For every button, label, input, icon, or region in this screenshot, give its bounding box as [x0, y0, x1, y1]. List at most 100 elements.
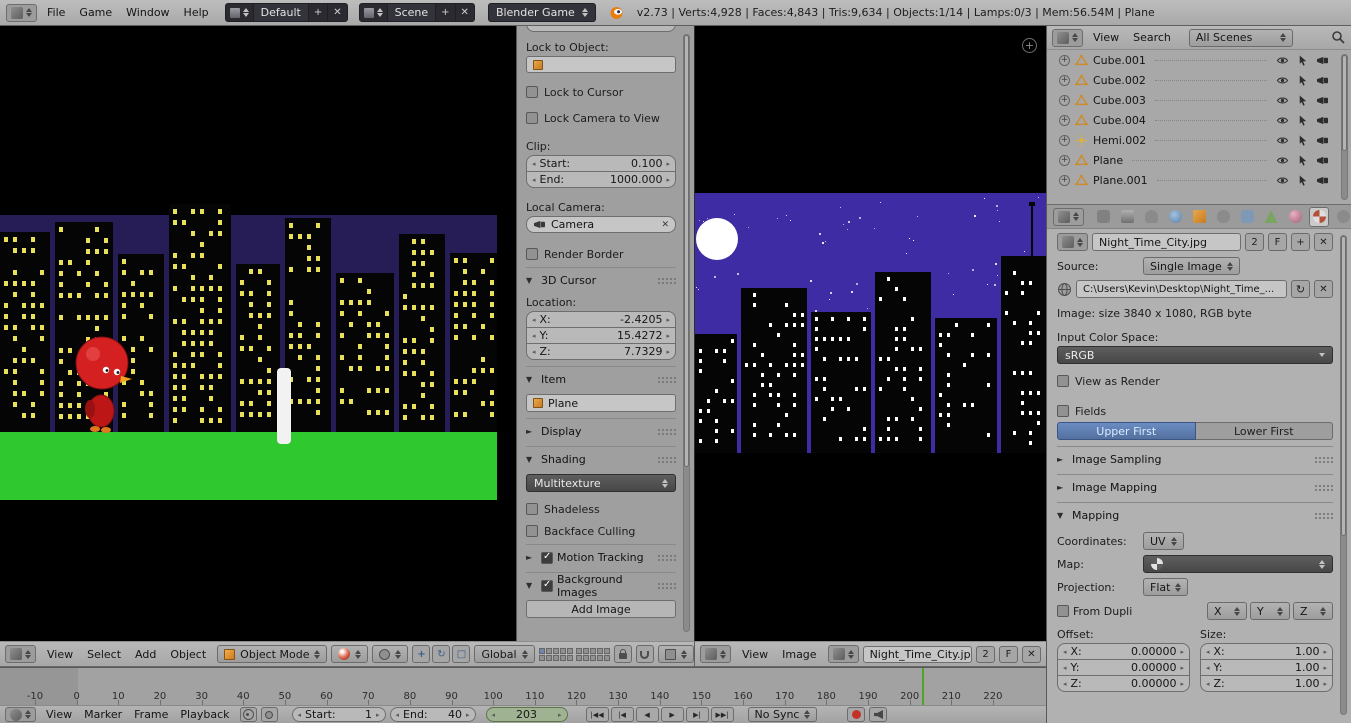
visibility-eye-icon[interactable] — [1276, 175, 1289, 186]
record-button[interactable] — [847, 707, 866, 722]
transform-orientation-dropdown[interactable]: Global — [474, 645, 535, 663]
section-3d-cursor[interactable]: 3D Cursor — [526, 272, 676, 289]
stepper-left-icon[interactable] — [1206, 664, 1210, 672]
renderable-camera-icon[interactable] — [1316, 175, 1329, 186]
stepper-left-icon[interactable] — [1206, 648, 1210, 656]
properties-tab-object[interactable] — [1189, 207, 1209, 227]
panel-grip-icon[interactable] — [1314, 511, 1333, 520]
timeline-menu-view[interactable]: View — [40, 707, 78, 722]
topbar-menu-help[interactable]: Help — [177, 3, 216, 22]
frame-end-field[interactable]: End: 40 — [389, 707, 476, 722]
render-border-row[interactable]: Render Border — [526, 247, 676, 261]
add-scene-button[interactable] — [435, 4, 455, 21]
viewport-3d[interactable] — [0, 26, 516, 641]
snap-element-dropdown[interactable] — [657, 645, 694, 663]
outliner-menu-view[interactable]: View — [1086, 28, 1126, 47]
panel-grip-icon[interactable] — [1314, 455, 1333, 464]
expand-triangle-icon[interactable] — [1057, 455, 1068, 464]
lock-to-cursor-checkbox[interactable] — [526, 86, 538, 98]
layer-toggle[interactable] — [566, 647, 573, 654]
users-count-button[interactable]: 2 — [1245, 233, 1264, 251]
outliner-item-plane[interactable]: Plane — [1047, 150, 1351, 170]
offset-y-field[interactable]: Y: 0.00000 — [1057, 659, 1190, 676]
stepper-left-icon[interactable] — [532, 348, 536, 356]
selectable-cursor-icon[interactable] — [1297, 114, 1308, 127]
expand-triangle-icon[interactable] — [526, 427, 537, 436]
renderable-camera-icon[interactable] — [1316, 55, 1329, 66]
view3d-menu-add[interactable]: Add — [128, 645, 163, 664]
delete-scene-button[interactable] — [454, 4, 474, 21]
lower-first-button[interactable]: Lower First — [1195, 422, 1333, 440]
mode-dropdown[interactable]: Object Mode — [217, 645, 328, 663]
browse-screen-button[interactable] — [225, 4, 254, 21]
render-border-checkbox[interactable] — [526, 248, 538, 260]
layer-toggle[interactable] — [538, 654, 545, 661]
translate-manipulator-button[interactable] — [412, 645, 431, 663]
outliner-menu-search[interactable]: Search — [1126, 28, 1178, 47]
view3d-menu-view[interactable]: View — [40, 645, 80, 664]
add-image-button[interactable]: Add Image — [526, 600, 676, 618]
image-editor-scene[interactable] — [695, 26, 1046, 641]
expand-plus-icon[interactable] — [1059, 94, 1070, 106]
clear-camera-button[interactable] — [661, 220, 669, 230]
panel-grip-icon[interactable] — [657, 375, 676, 384]
expand-triangle-icon[interactable] — [526, 553, 537, 562]
layer-toggle[interactable] — [559, 647, 566, 654]
editor-type-button-properties[interactable] — [1053, 207, 1084, 226]
panel-grip-icon[interactable] — [657, 553, 676, 562]
stepper-right-icon[interactable] — [558, 711, 562, 719]
snap-toggle-button[interactable] — [635, 645, 654, 663]
offset-z-field[interactable]: Z: 0.00000 — [1057, 675, 1190, 692]
fields-checkbox[interactable] — [1057, 405, 1069, 417]
layer-toggle[interactable] — [552, 654, 559, 661]
item-name-field[interactable]: Plane — [526, 394, 676, 412]
expand-plus-icon[interactable] — [1059, 174, 1070, 186]
lock-camera-checkbox[interactable] — [526, 112, 538, 124]
outliner-item-cube.002[interactable]: Cube.002 — [1047, 70, 1351, 90]
scrollbar-thumb[interactable] — [1342, 55, 1347, 151]
stepper-right-icon[interactable] — [1180, 648, 1184, 656]
selectable-cursor-icon[interactable] — [1297, 174, 1308, 187]
next-keyframe-button[interactable] — [685, 707, 709, 722]
stepper-left-icon[interactable] — [532, 160, 536, 168]
expand-plus-icon[interactable] — [1059, 54, 1070, 66]
panel-grip-icon[interactable] — [657, 276, 676, 285]
panel-grip-icon[interactable] — [1314, 483, 1333, 492]
expand-triangle-icon[interactable] — [526, 375, 537, 384]
lock-to-cursor-row[interactable]: Lock to Cursor — [526, 85, 676, 99]
lock-to-scene-button[interactable] — [613, 645, 632, 663]
object-name[interactable]: Hemi.002 — [1093, 134, 1146, 147]
filepath-field[interactable]: C:\Users\Kevin\Desktop\Night_Time_... — [1076, 280, 1287, 298]
image-name-field[interactable]: Night_Time_City.jpg — [1092, 233, 1241, 251]
stepper-left-icon[interactable] — [1206, 680, 1210, 688]
stepper-right-icon[interactable] — [1180, 680, 1184, 688]
editor-type-button-info[interactable] — [6, 3, 37, 22]
clear-path-button[interactable] — [1314, 280, 1333, 298]
selectable-cursor-icon[interactable] — [1297, 54, 1308, 67]
source-dropdown[interactable]: Single Image — [1143, 257, 1240, 275]
viewport-shading-dropdown[interactable] — [331, 645, 369, 663]
scene-name[interactable]: Scene — [388, 4, 436, 21]
outliner-search-button[interactable] — [1331, 30, 1346, 45]
axis-y-dropdown[interactable]: Y — [1250, 602, 1290, 620]
previous-keyframe-button[interactable] — [610, 707, 634, 722]
add-screen-button[interactable] — [307, 4, 328, 21]
layer-toggle[interactable] — [545, 647, 552, 654]
size-y-field[interactable]: Y: 1.00 — [1200, 659, 1333, 676]
view-as-render-row[interactable]: View as Render — [1057, 374, 1333, 388]
view-as-render-checkbox[interactable] — [1057, 375, 1069, 387]
selectable-cursor-icon[interactable] — [1297, 154, 1308, 167]
object-name[interactable]: Cube.002 — [1093, 74, 1146, 87]
visibility-eye-icon[interactable] — [1276, 75, 1289, 86]
expand-triangle-icon[interactable] — [526, 276, 537, 285]
clip-start-field[interactable]: Start: 0.100 — [526, 155, 676, 172]
stepper-left-icon[interactable] — [396, 711, 400, 719]
new-image-button[interactable] — [1291, 233, 1310, 251]
properties-tab-object-data[interactable] — [1261, 207, 1281, 227]
object-name[interactable]: Cube.004 — [1093, 114, 1146, 127]
expand-triangle-icon[interactable] — [1057, 483, 1068, 492]
axis-x-dropdown[interactable]: X — [1207, 602, 1247, 620]
renderable-camera-icon[interactable] — [1316, 115, 1329, 126]
visibility-eye-icon[interactable] — [1276, 115, 1289, 126]
layer-toggle[interactable] — [538, 647, 545, 654]
